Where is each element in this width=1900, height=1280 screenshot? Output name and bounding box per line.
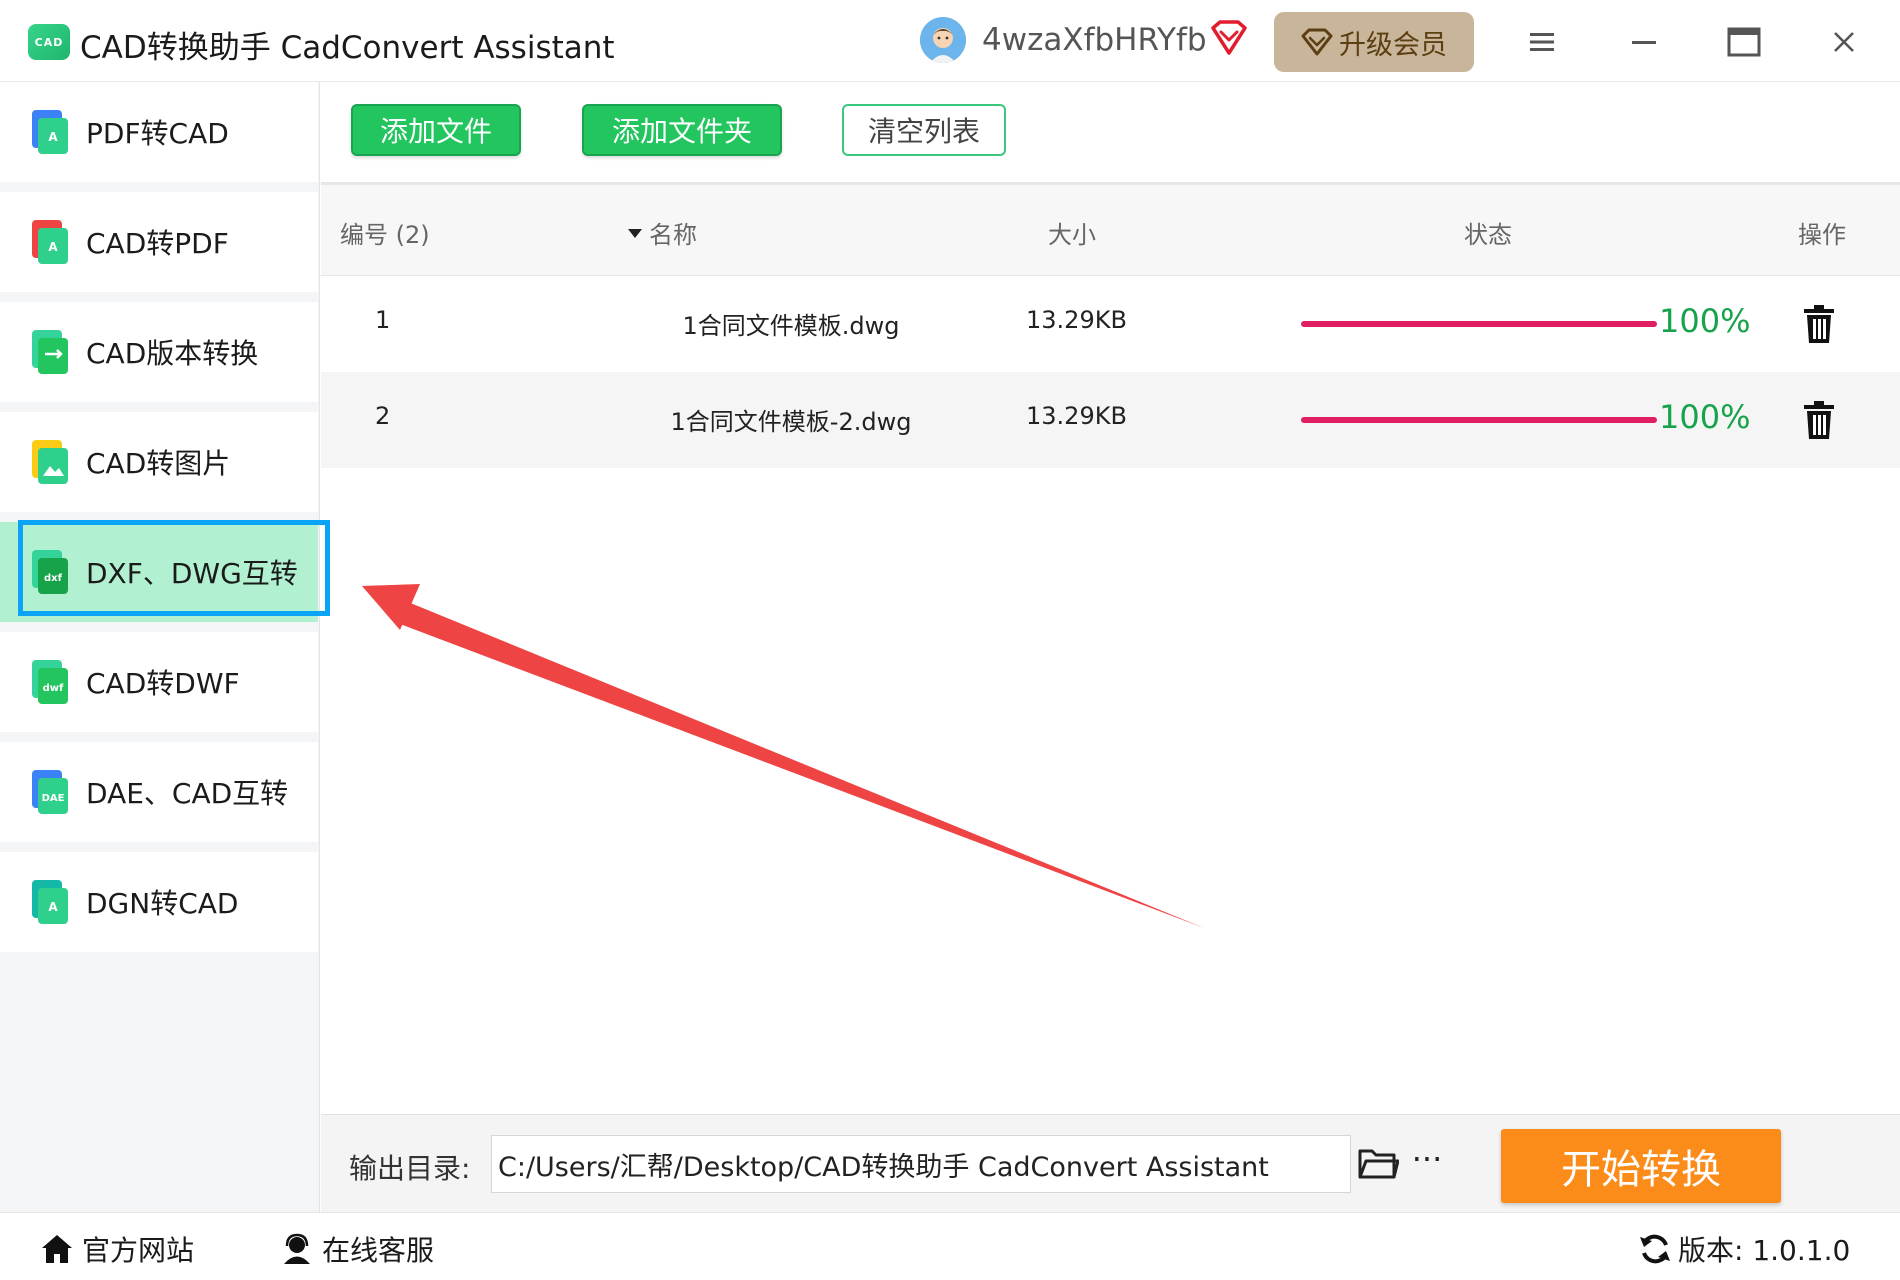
progress-bar — [1301, 417, 1657, 423]
app-title: CAD转换助手 CadConvert Assistant — [80, 30, 615, 66]
column-name-label: 名称 — [649, 221, 697, 249]
toolbar: 添加文件 添加文件夹 清空列表 — [321, 82, 1900, 182]
sidebar-item-pdf-to-cad[interactable]: A PDF转CAD — [0, 82, 318, 182]
row-file-size: 13.29KB — [1026, 402, 1127, 430]
output-dir-label: 输出目录: — [349, 1152, 471, 1185]
sidebar-item-label: DXF、DWG互转 — [86, 557, 298, 590]
sidebar-item-label: DGN转CAD — [86, 887, 239, 920]
sidebar-item-cad-version[interactable]: CAD版本转换 — [0, 302, 318, 402]
row-file-name: 1合同文件模板-2.dwg — [670, 408, 912, 436]
row-index: 2 — [375, 402, 391, 430]
maximize-icon[interactable] — [1720, 18, 1768, 66]
sidebar-item-label: CAD转图片 — [86, 447, 231, 480]
sort-down-icon — [628, 228, 642, 238]
title-bar: CAD CAD转换助手 CadConvert Assistant 4wzaXfb… — [0, 0, 1900, 82]
cad-to-image-icon — [32, 440, 68, 484]
dgn-to-cad-icon: A — [32, 880, 68, 924]
row-file-name: 1合同文件模板.dwg — [682, 312, 900, 340]
sidebar-item-label: CAD版本转换 — [86, 337, 259, 370]
minimize-icon[interactable] — [1620, 18, 1668, 66]
cad-to-pdf-icon: A — [32, 220, 68, 264]
folder-open-icon[interactable] — [1357, 1143, 1399, 1183]
add-folder-button[interactable]: 添加文件夹 — [582, 104, 782, 156]
progress-percent: 100% — [1659, 302, 1751, 340]
sidebar-item-dgn-to-cad[interactable]: A DGN转CAD — [0, 852, 318, 952]
row-file-size: 13.29KB — [1026, 306, 1127, 334]
sidebar-item-cad-to-image[interactable]: CAD转图片 — [0, 412, 318, 512]
menu-icon[interactable] — [1518, 18, 1566, 66]
version-info: 版本: 1.0.1.0 — [1638, 1229, 1850, 1269]
column-name[interactable]: 名称 — [627, 215, 697, 250]
cad-version-icon — [32, 330, 68, 374]
sidebar-item-label: CAD转PDF — [86, 227, 229, 260]
app-logo-icon: CAD — [28, 24, 70, 60]
official-website-link[interactable]: 官方网站 — [40, 1229, 194, 1269]
column-size: 大小 — [1048, 221, 1096, 249]
sidebar-item-dxf-dwg[interactable]: dxf DXF、DWG互转 — [0, 522, 318, 622]
dxf-dwg-icon: dxf — [32, 550, 68, 594]
output-bar: 输出目录: ··· 开始转换 — [321, 1114, 1900, 1212]
pdf-to-cad-icon: A — [32, 110, 68, 154]
progress-bar — [1301, 321, 1657, 327]
sidebar-item-label: DAE、CAD互转 — [86, 777, 289, 810]
support-agent-icon — [284, 1233, 310, 1264]
trash-icon[interactable] — [1802, 304, 1836, 344]
refresh-icon — [1640, 1234, 1670, 1264]
table-row[interactable]: 2 1合同文件模板-2.dwg 13.29KB 100% — [321, 372, 1900, 468]
official-website-label: 官方网站 — [82, 1234, 195, 1267]
start-convert-button[interactable]: 开始转换 — [1501, 1129, 1781, 1203]
svg-text:dxf: dxf — [44, 573, 63, 584]
upgrade-button[interactable]: 升级会员 — [1274, 12, 1474, 72]
output-path-input[interactable] — [491, 1135, 1351, 1193]
file-table: 编号 (2) 名称 大小 状态 操作 1 1合同文件模板.dwg 13.29KB… — [321, 182, 1900, 468]
upgrade-label: 升级会员 — [1339, 29, 1447, 61]
svg-text:dwf: dwf — [43, 683, 64, 694]
svg-text:A: A — [48, 240, 58, 254]
svg-text:DAE: DAE — [42, 793, 65, 804]
close-icon[interactable] — [1820, 18, 1868, 66]
sidebar: A PDF转CAD A CAD转PDF CAD版本转换 CAD转图片 dxf D… — [0, 82, 320, 1212]
sidebar-item-label: PDF转CAD — [86, 117, 229, 150]
user-avatar[interactable] — [920, 17, 966, 63]
sidebar-item-label: CAD转DWF — [86, 667, 240, 700]
diamond-icon — [1301, 28, 1333, 56]
svg-text:A: A — [48, 130, 58, 144]
row-index: 1 — [375, 306, 391, 334]
column-status: 状态 — [1464, 221, 1512, 249]
clear-list-button[interactable]: 清空列表 — [842, 104, 1006, 156]
svg-text:A: A — [48, 900, 58, 914]
table-row[interactable]: 1 1合同文件模板.dwg 13.29KB 100% — [321, 276, 1900, 372]
vip-diamond-icon — [1210, 20, 1248, 56]
online-support-label: 在线客服 — [322, 1234, 435, 1267]
sidebar-item-dae-cad[interactable]: DAE DAE、CAD互转 — [0, 742, 318, 842]
sidebar-item-cad-to-pdf[interactable]: A CAD转PDF — [0, 192, 318, 292]
trash-icon[interactable] — [1802, 400, 1836, 440]
more-options-icon[interactable]: ··· — [1407, 1139, 1447, 1179]
progress-percent: 100% — [1659, 398, 1751, 436]
column-action: 操作 — [1798, 221, 1846, 249]
add-file-button[interactable]: 添加文件 — [351, 104, 521, 156]
username: 4wzaXfbHRYfb — [982, 22, 1207, 58]
table-header: 编号 (2) 名称 大小 状态 操作 — [321, 182, 1900, 276]
online-support-link[interactable]: 在线客服 — [280, 1229, 434, 1269]
column-index: 编号 (2) — [340, 221, 430, 249]
footer: 官方网站 在线客服 版本: 1.0.1.0 — [0, 1212, 1900, 1280]
version-label: 版本: 1.0.1.0 — [1678, 1234, 1851, 1267]
sidebar-item-cad-to-dwf[interactable]: dwf CAD转DWF — [0, 632, 318, 732]
home-icon — [42, 1235, 72, 1263]
cad-to-dwf-icon: dwf — [32, 660, 68, 704]
dae-cad-icon: DAE — [32, 770, 68, 814]
